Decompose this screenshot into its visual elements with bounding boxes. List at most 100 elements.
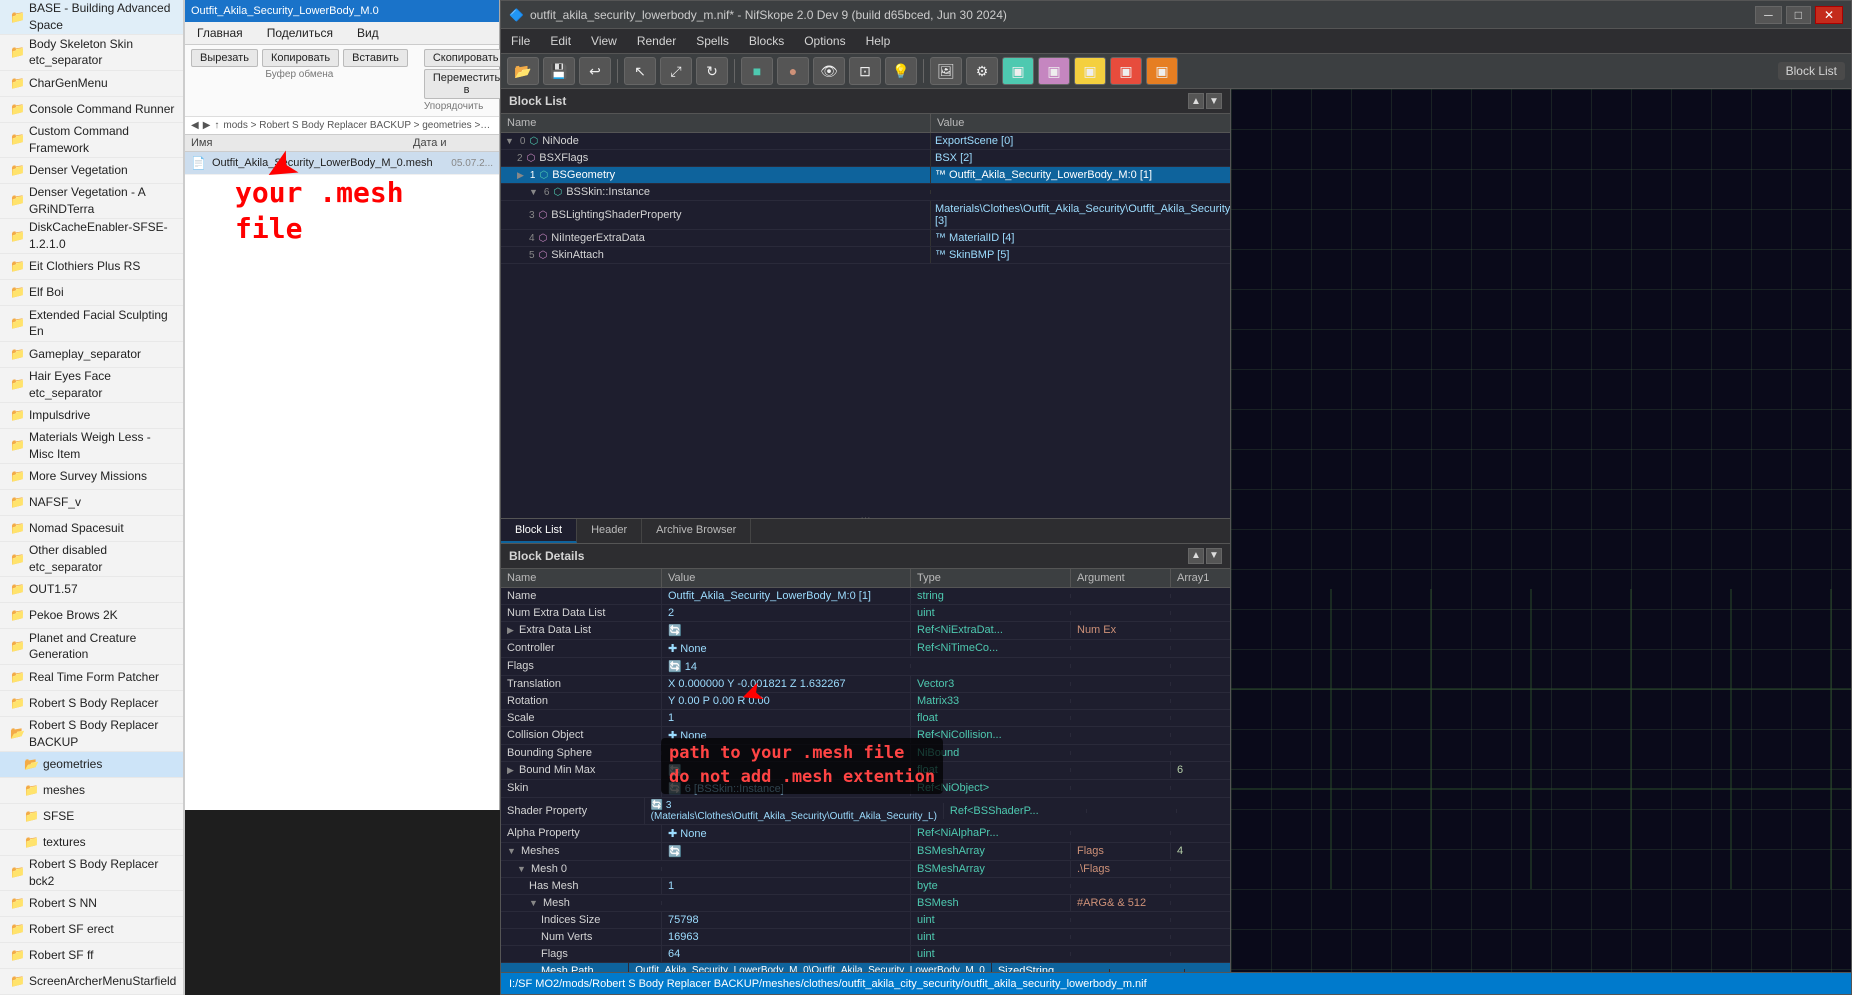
nav-item-hair-eyes[interactable]: 📁 Hair Eyes Face etc_separator [0, 368, 183, 403]
tree-row-skinattach[interactable]: 5 ⬡ SkinAttach ™ SkinBMP [5] [501, 247, 1230, 264]
details-scroll-down[interactable]: ▼ [1206, 548, 1222, 564]
nav-item-diskcache[interactable]: 📁 DiskCacheEnabler-SFSE-1.2.1.0 [0, 219, 183, 254]
tree-row-bslighting[interactable]: 3 ⬡ BSLightingShaderProperty Materials\C… [501, 201, 1230, 230]
d-row-scale[interactable]: Scale 1 float [501, 710, 1230, 727]
d-row-translation[interactable]: Translation X 0.000000 Y -0.001821 Z 1.6… [501, 676, 1230, 693]
d-row-skin[interactable]: Skin 🔄 6 [BSSkin::Instance] Ref<NiObject… [501, 780, 1230, 798]
wireframe-button[interactable]: ⊡ [849, 57, 881, 85]
d-row-name[interactable]: Name Outfit_Akila_Security_LowerBody_M:0… [501, 588, 1230, 605]
nav-item-chargen[interactable]: 📁 CharGenMenu [0, 71, 183, 97]
d-row-boundminmax[interactable]: ▶ Bound Min Max 🔄 float 6 [501, 762, 1230, 780]
menu-spells[interactable]: Spells [686, 31, 739, 51]
paste-button[interactable]: Вставить [343, 49, 408, 67]
nav-item-more-survey[interactable]: 📁 More Survey Missions [0, 464, 183, 490]
nav-item-geometries[interactable]: 📂 geometries [0, 752, 183, 778]
nav-item-impulsdrive[interactable]: 📁 Impulsdrive [0, 403, 183, 429]
d-row-bounding[interactable]: Bounding Sphere NiBound [501, 745, 1230, 762]
nav-item-denser-veg2[interactable]: 📁 Denser Vegetation - A GRiNDTerra [0, 184, 183, 219]
light-button[interactable]: 💡 [885, 57, 917, 85]
d-row-hasmesh[interactable]: Has Mesh 1 byte [501, 878, 1230, 895]
move-to-button[interactable]: Переместить в [424, 69, 509, 99]
color-button1[interactable]: ▣ [1002, 57, 1034, 85]
nav-item-nomad[interactable]: 📁 Nomad Spacesuit [0, 516, 183, 542]
tree-row-bsskin[interactable]: ▼ 6 ⬡ BSSkin::Instance [501, 184, 1230, 201]
d-row-mesh[interactable]: ▼ Mesh BSMesh #ARG& & 512 [501, 895, 1230, 912]
settings-button[interactable]: ⚙ [966, 57, 998, 85]
nav-item-out157[interactable]: 📁 OUT1.57 [0, 577, 183, 603]
tree-row-bsxflags[interactable]: 2 ⬡ BSXFlags BSX [2] [501, 150, 1230, 167]
nav-item-roberts-bck2[interactable]: 📁 Robert S Body Replacer bck2 [0, 856, 183, 891]
nav-item-base-building[interactable]: 📁 BASE - Building Advanced Space [0, 0, 183, 35]
d-row-meshpath[interactable]: Mesh Path Outfit_Akila_Security_LowerBod… [501, 963, 1230, 973]
nav-item-sfse[interactable]: 📁 SFSE [0, 804, 183, 830]
menu-view[interactable]: View [581, 31, 627, 51]
color-button3[interactable]: ▣ [1074, 57, 1106, 85]
ribbon-tab-home[interactable]: Главная [185, 22, 255, 44]
nav-item-screenarcher[interactable]: 📁 ScreenArcherMenuStarfield [0, 969, 183, 995]
tree-row-ninode[interactable]: ▼ 0 ⬡ NiNode ExportScene [0] [501, 133, 1230, 150]
nav-item-elf-boi[interactable]: 📁 Elf Boi [0, 280, 183, 306]
nav-item-roberts-nn[interactable]: 📁 Robert S NN [0, 891, 183, 917]
nav-item-nafsf[interactable]: 📁 NAFSF_v [0, 490, 183, 516]
d-row-controller[interactable]: Controller ✚ None Ref<NiTimeCo... [501, 640, 1230, 658]
menu-blocks[interactable]: Blocks [739, 31, 794, 51]
d-row-mesh-flags[interactable]: Flags 64 uint [501, 946, 1230, 963]
nav-item-body-skeleton[interactable]: 📁 Body Skeleton Skin etc_separator [0, 35, 183, 70]
menu-help[interactable]: Help [856, 31, 901, 51]
d-row-mesh0[interactable]: ▼ Mesh 0 BSMeshArray .\Flags [501, 861, 1230, 878]
d-row-rotation[interactable]: Rotation Y 0.00 P 0.00 R 0.00 Matrix33 [501, 693, 1230, 710]
menu-edit[interactable]: Edit [540, 31, 581, 51]
ribbon-tab-view[interactable]: Вид [345, 22, 391, 44]
maximize-button[interactable]: □ [1786, 6, 1811, 24]
menu-file[interactable]: File [501, 31, 540, 51]
nav-item-pekoe[interactable]: 📁 Pekoe Brows 2K [0, 603, 183, 629]
scroll-up-btn[interactable]: ▲ [1188, 93, 1204, 109]
close-button[interactable]: ✕ [1815, 6, 1843, 24]
cube-button[interactable]: ■ [741, 57, 773, 85]
tab-block-list[interactable]: Block List [501, 519, 577, 543]
d-row-indices[interactable]: Indices Size 75798 uint [501, 912, 1230, 929]
undo-button[interactable]: ↩ [579, 57, 611, 85]
nav-item-console[interactable]: 📁 Console Command Runner [0, 97, 183, 123]
save-file-button[interactable]: 💾 [543, 57, 575, 85]
nav-item-extended-facial[interactable]: 📁 Extended Facial Sculpting En [0, 306, 183, 341]
nav-item-materials[interactable]: 📁 Materials Weigh Less - Misc Item [0, 429, 183, 464]
nav-item-realtime[interactable]: 📁 Real Time Form Patcher [0, 665, 183, 691]
nav-item-roberts[interactable]: 📁 Robert S Body Replacer [0, 691, 183, 717]
details-scroll-up[interactable]: ▲ [1188, 548, 1204, 564]
minimize-button[interactable]: ─ [1755, 6, 1782, 24]
nav-item-eit[interactable]: 📁 Eit Clothiers Plus RS [0, 254, 183, 280]
nav-item-denser-veg[interactable]: 📁 Denser Vegetation [0, 158, 183, 184]
menu-options[interactable]: Options [794, 31, 855, 51]
color-button4[interactable]: ▣ [1110, 57, 1142, 85]
file-item[interactable]: 📄 Outfit_Akila_Security_LowerBody_M_0.me… [185, 152, 499, 175]
cursor-tool-button[interactable]: ↖ [624, 57, 656, 85]
scroll-down-btn[interactable]: ▼ [1206, 93, 1222, 109]
color-button5[interactable]: ▣ [1146, 57, 1178, 85]
d-row-extradata[interactable]: ▶ Extra Data List 🔄 Ref<NiExtraDat... Nu… [501, 622, 1230, 640]
d-row-numextra[interactable]: Num Extra Data List 2 uint [501, 605, 1230, 622]
nav-item-other-disabled[interactable]: 📁 Other disabled etc_separator [0, 542, 183, 577]
color-button2[interactable]: ▣ [1038, 57, 1070, 85]
view-mode-button[interactable]: 👁 [813, 57, 845, 85]
sphere-button[interactable]: ● [777, 57, 809, 85]
transform-button[interactable]: ⤢ [660, 57, 692, 85]
cut-button[interactable]: Вырезать [191, 49, 258, 67]
nav-item-planet[interactable]: 📁 Planet and Creature Generation [0, 629, 183, 664]
copy-button[interactable]: Копировать [262, 49, 339, 67]
tab-archive-browser[interactable]: Archive Browser [642, 519, 751, 543]
menu-render[interactable]: Render [627, 31, 686, 51]
nav-back-icon[interactable]: ◀ [191, 120, 199, 131]
tree-row-bsgeometry[interactable]: ▶ 1 ⬡ BSGeometry ™ Outfit_Akila_Security… [501, 167, 1230, 184]
texture-button[interactable]: 🖼 [930, 57, 962, 85]
d-row-collision[interactable]: Collision Object ✚ None Ref<NiCollision.… [501, 727, 1230, 745]
nav-item-roberts-sf-erect[interactable]: 📁 Robert SF erect [0, 917, 183, 943]
nav-item-meshes[interactable]: 📁 meshes [0, 778, 183, 804]
tree-row-niinteger[interactable]: 4 ⬡ NiIntegerExtraData ™ MaterialID [4] [501, 230, 1230, 247]
tab-header[interactable]: Header [577, 519, 642, 543]
d-row-shader[interactable]: Shader Property 🔄 3 (Materials\Clothes\O… [501, 798, 1230, 825]
d-row-numverts[interactable]: Num Verts 16963 uint [501, 929, 1230, 946]
nav-forward-icon[interactable]: ▶ [203, 120, 211, 131]
nav-item-roberts-backup[interactable]: 📂 Robert S Body Replacer BACKUP [0, 717, 183, 752]
d-row-flags[interactable]: Flags 🔄 14 [501, 658, 1230, 676]
